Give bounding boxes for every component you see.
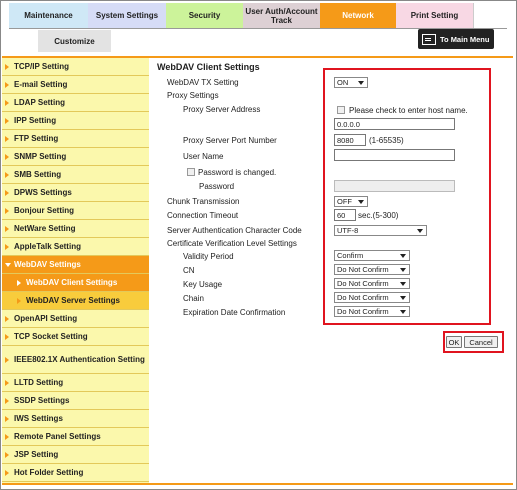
tx-setting-label: WebDAV TX Setting	[167, 78, 239, 87]
connection-timeout-unit: sec.(5-300)	[358, 211, 399, 220]
password-label: Password	[199, 182, 235, 191]
sidebar-item-ldap[interactable]: LDAP Setting	[2, 94, 149, 112]
proxy-address-label: Proxy Server Address	[183, 105, 261, 114]
chain-label: Chain	[183, 294, 204, 303]
sidebar-item-bonjour[interactable]: Bonjour Setting	[2, 202, 149, 220]
sidebar-item-tcpip[interactable]: TCP/IP Setting	[2, 58, 149, 76]
expiration-date-label: Expiration Date Confirmation	[183, 308, 286, 317]
proxy-settings-label: Proxy Settings	[167, 91, 219, 100]
tab-print-setting[interactable]: Print Setting	[396, 3, 473, 28]
sidebar-item-netware[interactable]: NetWare Setting	[2, 220, 149, 238]
validity-period-label: Validity Period	[183, 252, 234, 261]
sidebar-item-ieee8021x[interactable]: IEEE802.1X Authentication Setting	[2, 346, 149, 374]
chunk-transmission-label: Chunk Transmission	[167, 197, 240, 206]
page-title: WebDAV Client Settings	[157, 62, 260, 72]
to-main-menu-label: To Main Menu	[440, 34, 490, 44]
ok-button[interactable]: OK	[446, 336, 462, 348]
key-usage-select[interactable]: Do Not Confirm	[334, 278, 410, 289]
footer-divider	[2, 483, 513, 485]
password-changed-checkbox[interactable]	[187, 168, 195, 176]
sidebar-item-webdav-client[interactable]: WebDAV Client Settings	[2, 274, 149, 292]
tab-system-settings[interactable]: System Settings	[88, 3, 166, 28]
char-code-label: Server Authentication Character Code	[167, 226, 302, 235]
tab-network[interactable]: Network	[320, 3, 396, 28]
sidebar-item-webdav[interactable]: WebDAV Settings	[2, 256, 149, 274]
sidebar-item-dpws[interactable]: DPWS Settings	[2, 184, 149, 202]
cn-label: CN	[183, 266, 195, 275]
sidebar-item-smb[interactable]: SMB Setting	[2, 166, 149, 184]
key-usage-label: Key Usage	[183, 280, 223, 289]
connection-timeout-label: Connection Timeout	[167, 211, 239, 220]
chain-select[interactable]: Do Not Confirm	[334, 292, 410, 303]
sidebar-item-tcp-socket[interactable]: TCP Socket Setting	[2, 328, 149, 346]
to-main-menu-button[interactable]: To Main Menu	[418, 29, 494, 49]
tab-security[interactable]: Security	[166, 3, 243, 28]
sidebar-item-iws[interactable]: IWS Settings	[2, 410, 149, 428]
sidebar-item-email[interactable]: E-mail Setting	[2, 76, 149, 94]
sidebar-item-lltd[interactable]: LLTD Setting	[2, 374, 149, 392]
cert-verification-label: Certificate Verification Level Settings	[167, 239, 297, 248]
sidebar-item-snmp[interactable]: SNMP Setting	[2, 148, 149, 166]
sidebar: TCP/IP Setting E-mail Setting LDAP Setti…	[2, 58, 149, 483]
tab-spacer	[473, 3, 508, 28]
password-changed-label: Password is changed.	[198, 168, 277, 177]
sidebar-item-ftp[interactable]: FTP Setting	[2, 130, 149, 148]
proxy-port-range: (1-65535)	[369, 136, 404, 145]
tx-setting-select[interactable]: ON	[334, 77, 368, 88]
user-name-input[interactable]	[334, 149, 455, 161]
connection-timeout-input[interactable]: 60	[334, 209, 356, 221]
tab-customize[interactable]: Customize	[38, 30, 111, 52]
chunk-transmission-select[interactable]: OFF	[334, 196, 368, 207]
sidebar-item-openapi[interactable]: OpenAPI Setting	[2, 310, 149, 328]
sidebar-item-appletalk[interactable]: AppleTalk Setting	[2, 238, 149, 256]
sidebar-item-remote-panel[interactable]: Remote Panel Settings	[2, 428, 149, 446]
tab-user-auth[interactable]: User Auth/Account Track	[243, 3, 320, 28]
sidebar-item-ssdp[interactable]: SSDP Settings	[2, 392, 149, 410]
sidebar-item-hot-folder[interactable]: Hot Folder Setting	[2, 464, 149, 482]
password-input[interactable]	[334, 180, 455, 192]
expiration-date-select[interactable]: Do Not Confirm	[334, 306, 410, 317]
sidebar-item-webdav-server[interactable]: WebDAV Server Settings	[2, 292, 149, 310]
proxy-address-input[interactable]: 0.0.0.0	[334, 118, 455, 130]
cn-select[interactable]: Do Not Confirm	[334, 264, 410, 275]
menu-icon	[422, 33, 436, 45]
host-name-checkbox-label: Please check to enter host name.	[349, 106, 468, 115]
sidebar-item-ipp[interactable]: IPP Setting	[2, 112, 149, 130]
user-name-label: User Name	[183, 152, 224, 161]
sidebar-item-jsp[interactable]: JSP Setting	[2, 446, 149, 464]
top-tabs: Maintenance System Settings Security Use…	[9, 3, 473, 28]
proxy-port-label: Proxy Server Port Number	[183, 136, 277, 145]
tab-maintenance[interactable]: Maintenance	[9, 3, 88, 28]
host-name-checkbox[interactable]	[337, 106, 345, 114]
validity-period-select[interactable]: Confirm	[334, 250, 410, 261]
cancel-button[interactable]: Cancel	[464, 336, 498, 348]
proxy-port-input[interactable]: 8080	[334, 134, 366, 146]
char-code-select[interactable]: UTF-8	[334, 225, 427, 236]
